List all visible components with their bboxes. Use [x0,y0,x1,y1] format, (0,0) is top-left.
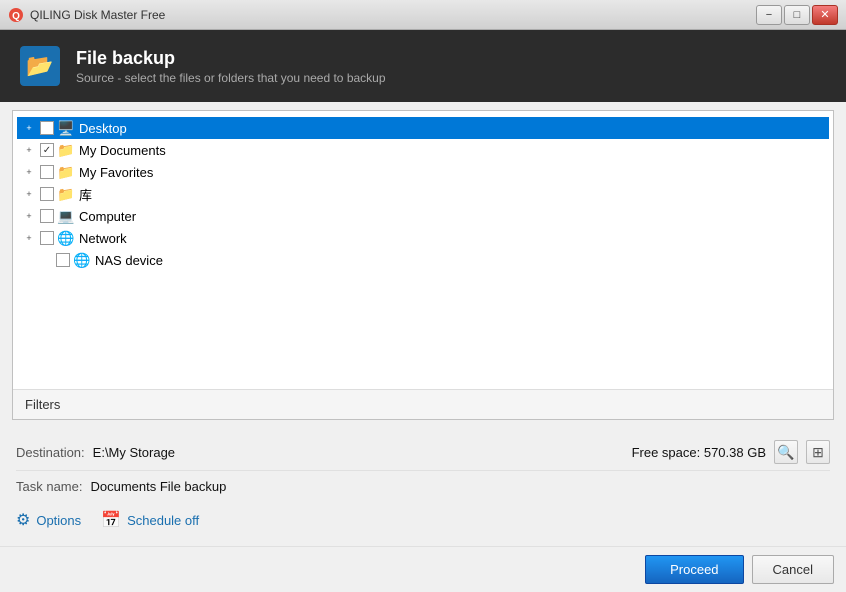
tree-icon-network: 🌐 [57,230,75,246]
tree-label-ku: 库 [79,185,92,204]
options-label: Options [36,513,81,528]
tree-checkbox-computer[interactable] [40,209,54,223]
svg-text:Q: Q [12,11,20,22]
tree-item-desktop[interactable]: + 🖥️ Desktop [17,117,829,139]
tree-label-network: Network [79,231,127,246]
tree-label-desktop: Desktop [79,121,127,136]
bottom-section: Destination: E:\My Storage Free space: 5… [0,428,846,542]
schedule-item[interactable]: 📅 Schedule off [101,510,199,530]
window-title: QILING Disk Master Free [30,8,165,22]
browse-button[interactable]: 🔍 [774,440,798,464]
tree-checkbox-ku[interactable] [40,187,54,201]
tree-expand-desktop[interactable]: + [21,120,37,136]
tree-view: +🖥️Desktop+✓📁My Documents+📁My Favorites+… [13,111,833,277]
tree-checkbox-network[interactable] [40,231,54,245]
tree-checkbox-nas_device[interactable] [56,253,70,267]
filters-label: Filters [25,397,60,412]
grid-icon: ⊞ [812,444,824,461]
maximize-button[interactable]: □ [784,5,810,25]
taskname-value: Documents File backup [90,479,226,494]
calendar-icon: 📅 [101,510,121,530]
tree-icon-desktop: 🖥️ [57,120,75,136]
taskname-row: Task name: Documents File backup [16,471,830,502]
tree-item-computer[interactable]: + 💻 Computer [17,205,829,227]
titlebar-buttons: − □ ✕ [756,5,838,25]
proceed-button[interactable]: Proceed [645,555,743,584]
app-icon: Q [8,7,24,23]
titlebar: Q QILING Disk Master Free − □ ✕ [0,0,846,30]
header-icon: 📂 [20,46,60,86]
tree-item-my_favorites[interactable]: + 📁 My Favorites [17,161,829,183]
tree-icon-computer: 💻 [57,208,75,224]
destination-label: Destination: [16,445,85,460]
destination-value: E:\My Storage [93,445,175,460]
tree-expand-my_documents[interactable]: + [21,142,37,158]
tree-icon-my_favorites: 📁 [57,164,75,180]
grid-button[interactable]: ⊞ [806,440,830,464]
titlebar-left: Q QILING Disk Master Free [8,7,165,23]
tree-expand-nas_device [37,252,53,268]
gear-icon: ⚙ [16,510,30,530]
tree-item-network[interactable]: + 🌐 Network [17,227,829,249]
file-tree-container: +🖥️Desktop+✓📁My Documents+📁My Favorites+… [12,110,834,420]
tree-expand-network[interactable]: + [21,230,37,246]
tree-expand-ku[interactable]: + [21,186,37,202]
action-row: Proceed Cancel [0,546,846,592]
tree-item-ku[interactable]: + 📁库 [17,183,829,205]
tree-checkbox-my_favorites[interactable] [40,165,54,179]
options-row: ⚙ Options 📅 Schedule off [16,502,830,536]
tree-expand-my_favorites[interactable]: + [21,164,37,180]
destination-row: Destination: E:\My Storage Free space: 5… [16,434,830,471]
header-subtitle: Source - select the files or folders tha… [76,71,386,85]
header-text: File backup Source - select the files or… [76,48,386,85]
browse-icon: 🔍 [777,444,794,461]
tree-checkbox-my_documents[interactable]: ✓ [40,143,54,157]
tree-label-nas_device: NAS device [95,253,163,268]
tree-checkbox-desktop[interactable] [40,121,54,135]
tree-icon-my_documents: 📁 [57,142,75,158]
destination-left: Destination: E:\My Storage [16,445,175,460]
tree-item-nas_device[interactable]: 🌐 NAS device [17,249,829,271]
filters-bar[interactable]: Filters [13,389,833,419]
tree-icon-nas_device: 🌐 [73,252,91,268]
schedule-label: Schedule off [127,513,199,528]
tree-item-my_documents[interactable]: +✓📁 My Documents [17,139,829,161]
header-title: File backup [76,48,386,69]
minimize-button[interactable]: − [756,5,782,25]
tree-label-my_documents: My Documents [79,143,166,158]
free-space: Free space: 570.38 GB [632,445,766,460]
tree-label-computer: Computer [79,209,136,224]
taskname-label: Task name: [16,479,82,494]
tree-label-my_favorites: My Favorites [79,165,153,180]
tree-icon-ku: 📁 [57,186,75,202]
destination-right: Free space: 570.38 GB 🔍 ⊞ [632,440,830,464]
header-icon-glyph: 📂 [26,53,53,79]
tree-expand-computer[interactable]: + [21,208,37,224]
close-button[interactable]: ✕ [812,5,838,25]
app-header: 📂 File backup Source - select the files … [0,30,846,102]
cancel-button[interactable]: Cancel [752,555,834,584]
options-item[interactable]: ⚙ Options [16,510,81,530]
